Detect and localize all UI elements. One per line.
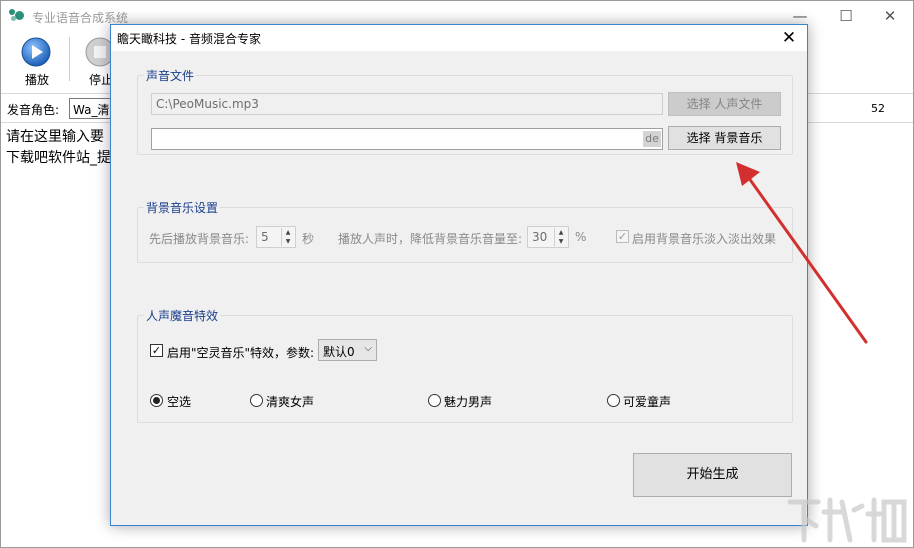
reduce-spinner[interactable]: 30 ▲ ▼ [527,226,569,248]
spin-up-icon[interactable]: ▲ [555,228,567,237]
sound-file-legend: 声音文件 [144,67,197,84]
effect-param-select[interactable]: 默认0 ⌵ [318,339,377,361]
app-logo-icon [9,9,25,23]
de-badge: de [643,131,661,147]
toolbar-separator [69,37,70,81]
voice-file-path[interactable]: C:\PeoMusic.mp3 [151,93,663,115]
voice-role-label: 发音角色: [7,103,60,117]
delay-unit: 秒 [302,232,315,246]
effects-group: 人声魔音特效 ✓ 启用"空灵音乐"特效，参数: 默认0 ⌵ 空选 清爽女声 魅力… [137,307,793,423]
start-generate-button[interactable]: 开始生成 [633,453,792,497]
reduce-label: 播放人声时，降低背景音乐音量至: [338,232,523,246]
spin-up-icon[interactable]: ▲ [282,228,294,237]
effect-param-value: 默认0 [323,345,355,359]
dialog-close-button[interactable]: ✕ [777,27,801,49]
delay-label: 先后播放背景音乐: [149,232,250,246]
radio-female[interactable] [250,394,263,407]
play-icon [21,37,51,67]
bg-settings-legend: 背景音乐设置 [144,199,221,216]
select-voice-file-button[interactable]: 选择 人声文件 [668,92,781,116]
delay-spinner[interactable]: 5 ▲ ▼ [256,226,296,248]
maximize-button[interactable]: ☐ [823,1,869,31]
reduce-value: 30 [532,230,548,244]
radio-none[interactable] [150,394,163,407]
delay-value: 5 [261,230,269,244]
audio-mix-dialog: 瞻天瞰科技 - 音频混合专家 ✕ 声音文件 C:\PeoMusic.mp3 选择… [110,24,808,526]
dialog-title: 瞻天瞰科技 - 音频混合专家 [117,32,261,46]
dialog-titlebar: 瞻天瞰科技 - 音频混合专家 ✕ [111,25,807,51]
reduce-spinner-arrows[interactable]: ▲ ▼ [554,228,567,246]
enable-effect-checkbox[interactable]: ✓ [150,344,163,357]
radio-child[interactable] [607,394,620,407]
play-label: 播放 [24,73,49,87]
radio-child-label: 可爱童声 [623,395,672,409]
sound-file-group: 声音文件 C:\PeoMusic.mp3 选择 人声文件 de 选择 背景音乐 [137,67,793,155]
spin-down-icon[interactable]: ▼ [282,237,294,246]
play-button[interactable]: 播放 [9,35,65,87]
bg-music-path[interactable]: de [151,128,663,150]
radio-female-label: 清爽女声 [266,395,315,409]
bg-settings-group: 背景音乐设置 先后播放背景音乐: 5 ▲ ▼ 秒 播放人声时，降低背景音乐音量至:… [137,199,793,263]
select-bg-music-button[interactable]: 选择 背景音乐 [668,126,781,150]
fade-checkbox[interactable]: ✓ [616,230,629,243]
annotation-arrow-icon [736,162,868,344]
spin-down-icon[interactable]: ▼ [555,237,567,246]
reduce-unit: % [575,230,587,244]
chevron-down-icon: ⌵ [364,343,372,354]
effects-legend: 人声魔音特效 [144,307,221,324]
watermark-logo-icon [787,497,907,543]
delay-spinner-arrows[interactable]: ▲ ▼ [281,228,294,246]
radio-male[interactable] [428,394,441,407]
radio-none-label: 空选 [167,395,192,409]
close-button[interactable]: ✕ [867,1,913,31]
voice-count: 52 [871,102,885,115]
enable-effect-label: 启用"空灵音乐"特效，参数: [167,346,315,360]
radio-male-label: 魅力男声 [444,395,493,409]
